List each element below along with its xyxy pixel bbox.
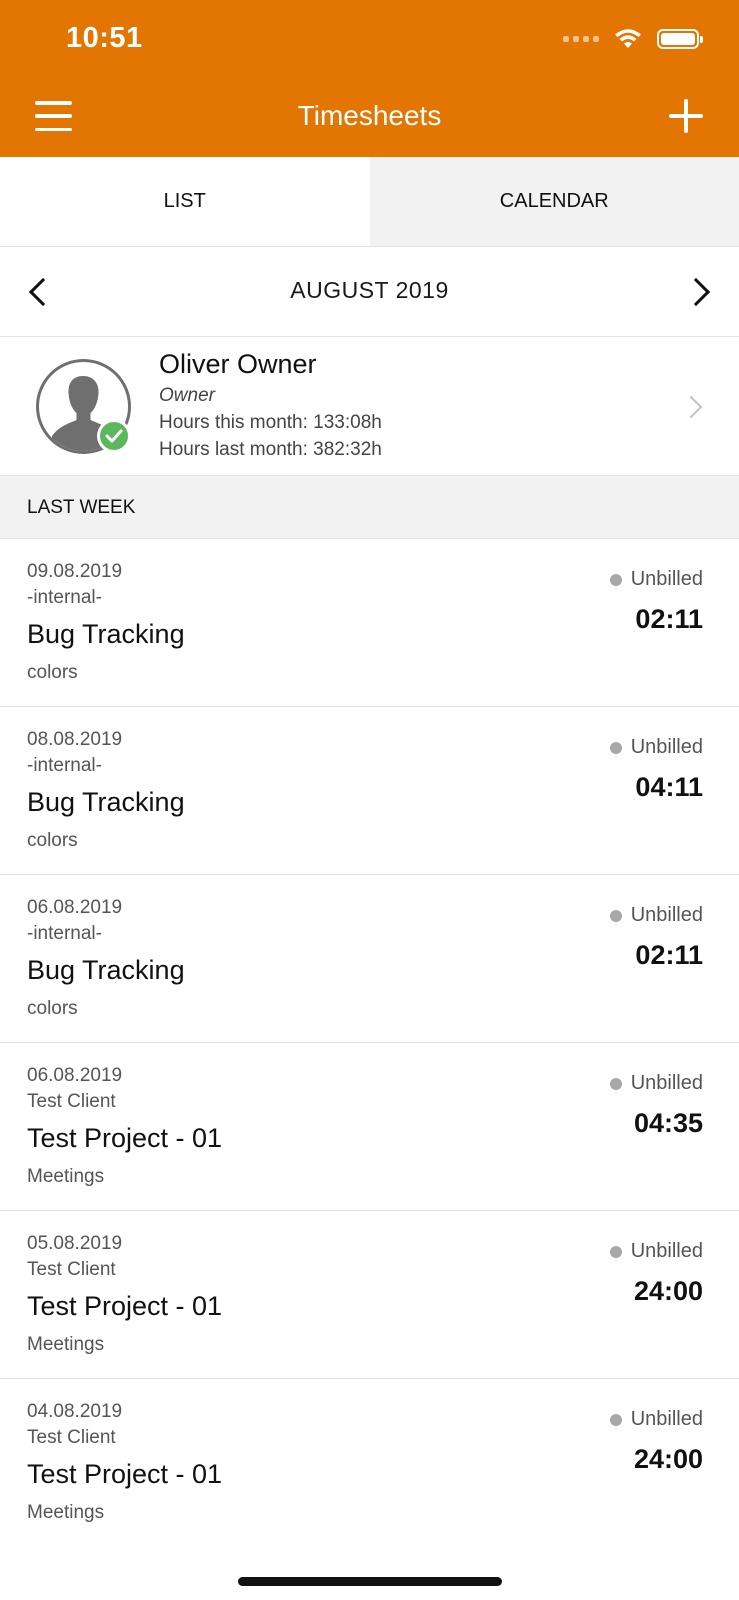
user-card[interactable]: Oliver Owner Owner Hours this month: 133…: [0, 337, 739, 476]
entry-project: Test Project - 01: [27, 1123, 223, 1153]
entry-duration: 02:11: [635, 604, 703, 634]
timesheet-entry[interactable]: 04.08.2019 Test Client Test Project - 01…: [0, 1379, 739, 1547]
entry-status: Unbilled: [609, 1240, 703, 1263]
entry-date: 08.08.2019: [27, 729, 123, 750]
hours-last-month: Hours last month: 382:32h: [159, 439, 382, 460]
entry-status-label: Unbilled: [630, 1072, 703, 1094]
month-navigator: AUGUST 2019: [0, 247, 739, 337]
user-name: Oliver Owner: [159, 349, 317, 379]
entry-date: 06.08.2019: [27, 1065, 123, 1086]
entry-client: Test Client: [27, 1091, 116, 1112]
entry-task: Meetings: [27, 1166, 105, 1187]
add-timesheet-button[interactable]: [669, 99, 703, 133]
entry-date: 09.08.2019: [27, 561, 123, 582]
status-dot-icon: [609, 1245, 622, 1258]
entry-task: colors: [27, 830, 78, 851]
tab-calendar[interactable]: CALENDAR: [369, 157, 739, 246]
entry-status-label: Unbilled: [630, 1240, 703, 1262]
hours-this-month: Hours this month: 133:08h: [159, 412, 382, 433]
status-dot-icon: [609, 741, 622, 754]
view-tabs: LIST CALENDAR: [0, 157, 739, 247]
status-icons: [563, 28, 703, 50]
entry-status: Unbilled: [609, 736, 703, 759]
entry-project: Test Project - 01: [27, 1291, 223, 1321]
entry-duration: 04:35: [633, 1108, 703, 1138]
battery-icon: [657, 29, 703, 49]
entry-status-label: Unbilled: [630, 568, 703, 590]
entry-client: -internal-: [27, 755, 102, 776]
timesheet-list: 09.08.2019 -internal- Bug Tracking color…: [0, 539, 739, 1547]
entry-duration: 02:11: [635, 940, 703, 970]
user-role: Owner: [159, 385, 215, 406]
entry-task: colors: [27, 998, 78, 1019]
timesheet-entry[interactable]: 06.08.2019 -internal- Bug Tracking color…: [0, 875, 739, 1043]
entry-status: Unbilled: [609, 904, 703, 927]
entry-client: Test Client: [27, 1427, 116, 1448]
tab-list[interactable]: LIST: [0, 157, 370, 246]
entry-task: Meetings: [27, 1502, 105, 1523]
status-dot-icon: [609, 909, 622, 922]
entry-project: Bug Tracking: [27, 787, 185, 817]
section-title: LAST WEEK: [27, 497, 136, 518]
entry-status: Unbilled: [609, 1408, 703, 1431]
signal-icon: [563, 36, 599, 42]
entry-task: Meetings: [27, 1334, 105, 1355]
entry-duration: 24:00: [633, 1444, 703, 1474]
status-dot-icon: [609, 1077, 622, 1090]
timesheet-entry[interactable]: 09.08.2019 -internal- Bug Tracking color…: [0, 539, 739, 707]
wifi-icon: [615, 29, 641, 48]
entry-project: Bug Tracking: [27, 619, 185, 649]
entry-client: -internal-: [27, 923, 102, 944]
entry-status-label: Unbilled: [630, 1408, 703, 1430]
verified-check-icon: [97, 419, 131, 453]
timesheet-entry[interactable]: 08.08.2019 -internal- Bug Tracking color…: [0, 707, 739, 875]
timesheet-entry[interactable]: 05.08.2019 Test Client Test Project - 01…: [0, 1211, 739, 1379]
entry-project: Bug Tracking: [27, 955, 185, 985]
entry-date: 04.08.2019: [27, 1401, 123, 1422]
entry-duration: 04:11: [635, 772, 703, 802]
entry-client: Test Client: [27, 1259, 116, 1280]
entry-duration: 24:00: [633, 1276, 703, 1306]
entry-client: -internal-: [27, 587, 102, 608]
status-dot-icon: [609, 1413, 622, 1426]
app-header: 10:51 Timesheets: [0, 0, 739, 157]
home-indicator: [238, 1577, 502, 1586]
entry-date: 05.08.2019: [27, 1233, 123, 1254]
month-label: AUGUST 2019: [290, 277, 449, 303]
entry-date: 06.08.2019: [27, 897, 123, 918]
section-header: LAST WEEK: [0, 476, 739, 539]
timesheet-entry[interactable]: 06.08.2019 Test Client Test Project - 01…: [0, 1043, 739, 1211]
entry-status-label: Unbilled: [630, 736, 703, 758]
chevron-right-icon: [679, 395, 703, 419]
entry-status: Unbilled: [609, 1072, 703, 1095]
page-title: Timesheets: [297, 100, 442, 131]
entry-status: Unbilled: [609, 568, 703, 591]
status-time: 10:51: [66, 22, 143, 54]
status-dot-icon: [609, 573, 622, 586]
entry-project: Test Project - 01: [27, 1459, 223, 1489]
entry-status-label: Unbilled: [630, 904, 703, 926]
entry-task: colors: [27, 662, 78, 683]
